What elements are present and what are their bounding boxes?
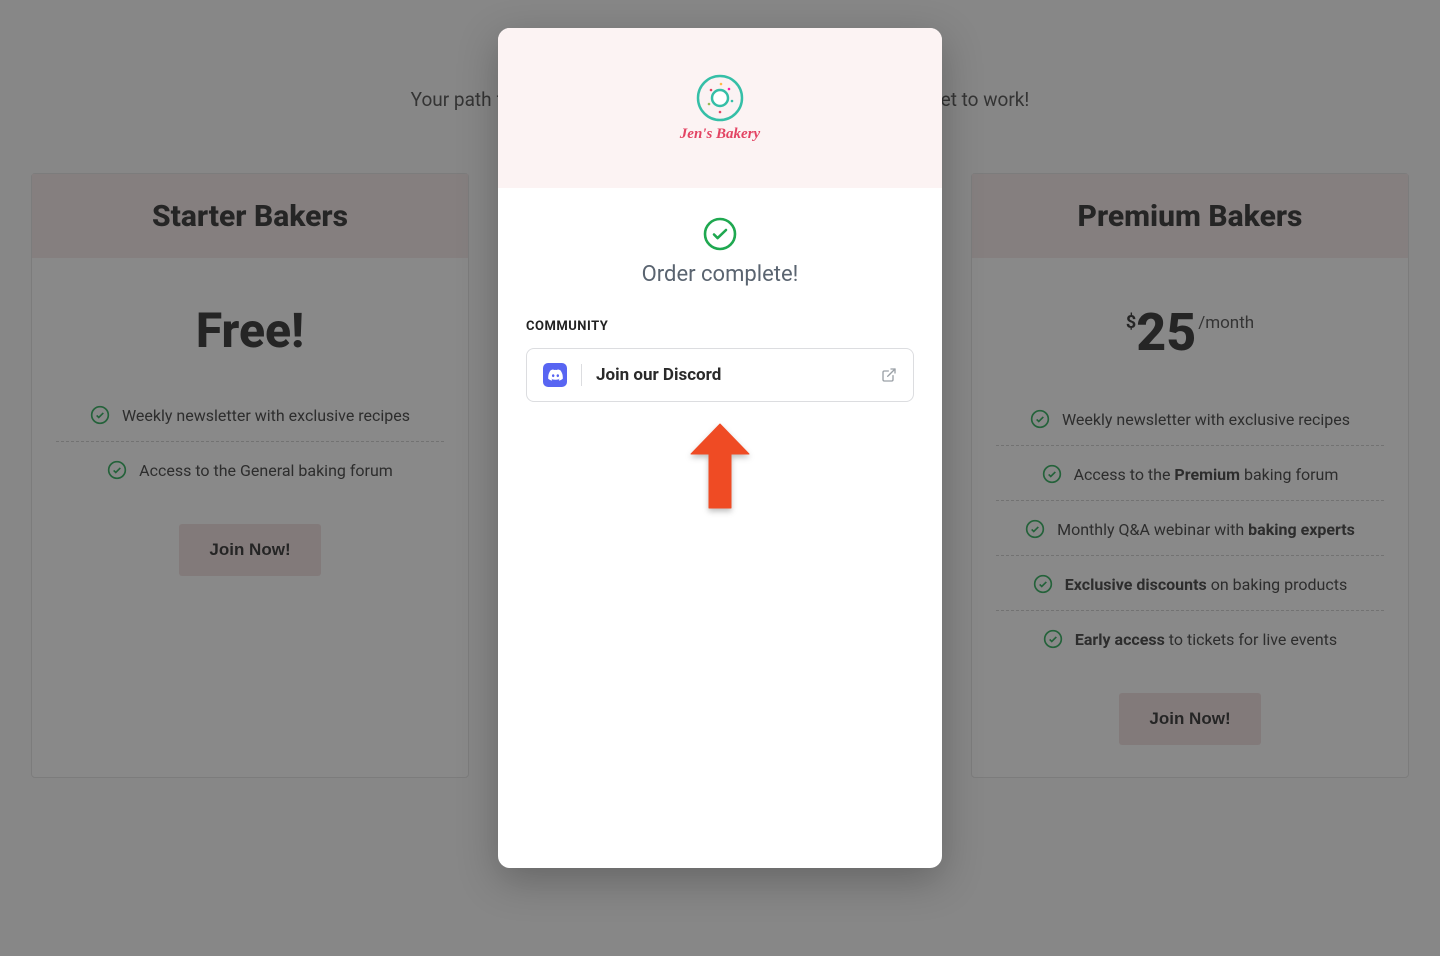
community-section-label: COMMUNITY (526, 319, 914, 334)
community-link-text: Join our Discord (596, 365, 881, 385)
join-discord-link[interactable]: Join our Discord (526, 348, 914, 402)
arrow-up-icon (687, 420, 753, 512)
modal-header: Jen's Bakery (498, 28, 942, 188)
arrow-up-annotation (526, 420, 914, 512)
brand-name: Jen's Bakery (680, 126, 760, 143)
external-link-icon (881, 367, 897, 383)
brand-logo-icon (696, 74, 744, 122)
modal-body: Order complete! COMMUNITY Join our Disco… (498, 188, 942, 512)
modal-overlay[interactable]: Jen's Bakery Order complete! COMMUNITY J… (0, 0, 1440, 956)
divider (581, 364, 582, 386)
discord-icon (543, 363, 567, 387)
success-check-icon (702, 216, 738, 252)
order-complete-modal: Jen's Bakery Order complete! COMMUNITY J… (498, 28, 942, 868)
order-complete-text: Order complete! (526, 262, 914, 287)
